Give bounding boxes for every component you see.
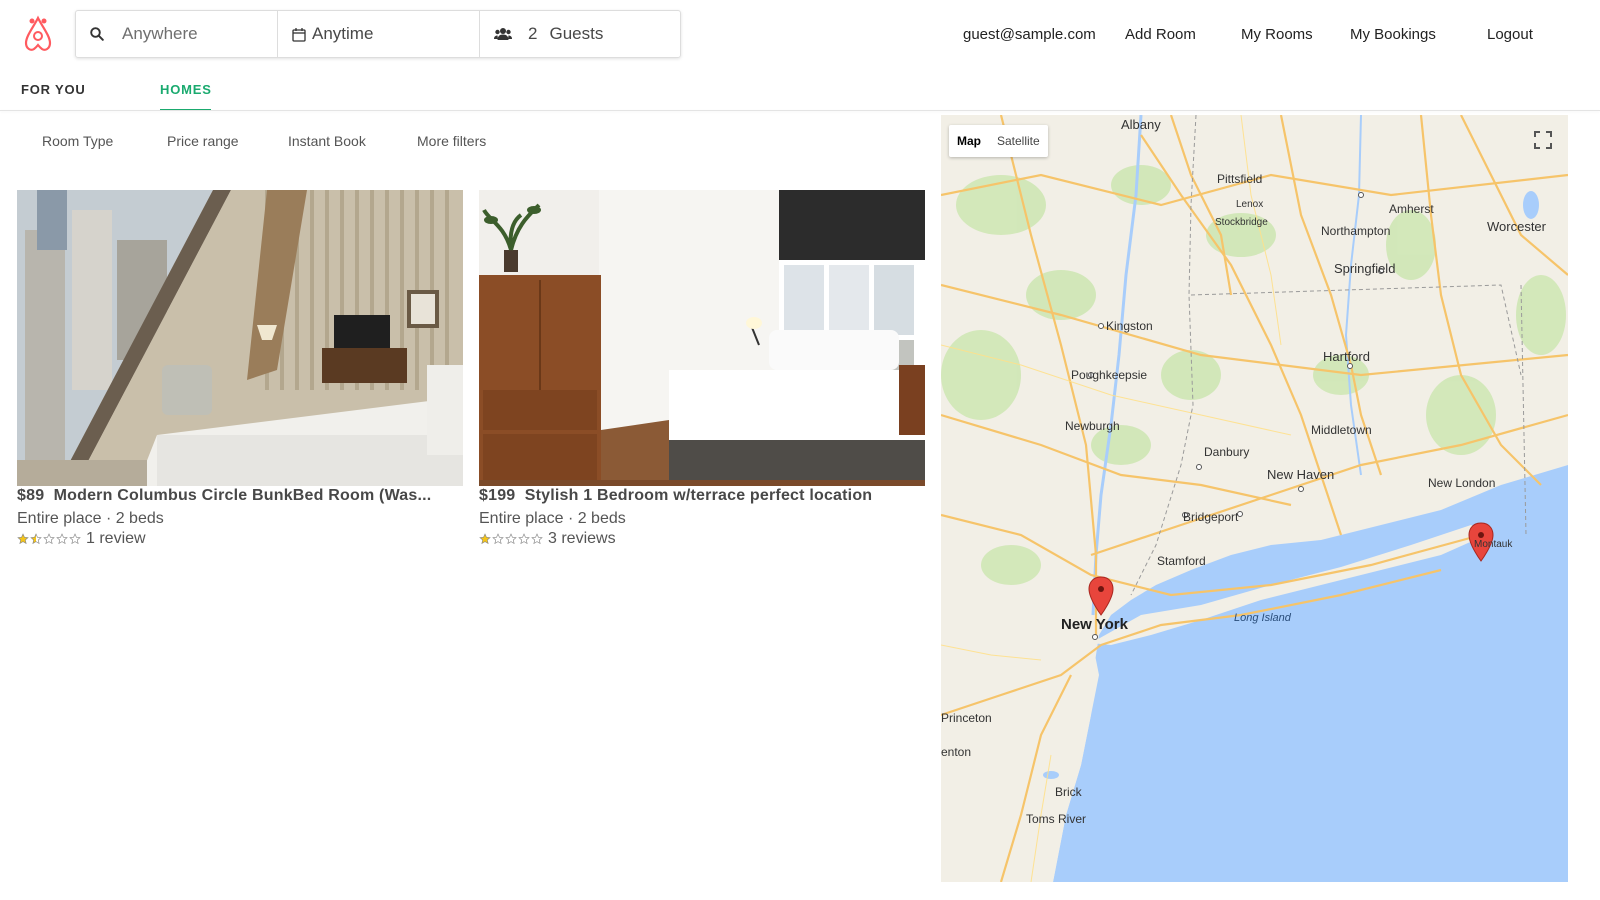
listing-card[interactable]: $199 Stylish 1 Bedroom w/terrace perfect… <box>479 190 925 548</box>
map-label: Lenox <box>1236 199 1264 210</box>
star-icon <box>43 533 55 545</box>
map-label: Newburgh <box>1065 419 1120 433</box>
map-label: Hartford <box>1323 349 1370 364</box>
calendar-icon <box>292 27 306 42</box>
my-bookings-link[interactable]: My Bookings <box>1350 26 1436 43</box>
map-label: New London <box>1428 476 1496 490</box>
date-label: Anytime <box>312 24 374 43</box>
location-input[interactable] <box>122 24 262 44</box>
listing-rating: 3 reviews <box>479 530 925 548</box>
guests-count: 2 <box>528 24 538 43</box>
filter-more-filters[interactable]: More filters <box>417 133 486 149</box>
star-icon <box>531 533 543 545</box>
date-picker[interactable]: Anytime <box>278 11 480 57</box>
star-icon <box>17 533 29 545</box>
map-label: Middletown <box>1311 423 1372 437</box>
listing-details: Entire place · 2 beds <box>479 510 626 527</box>
listing-title[interactable]: $199 Stylish 1 Bedroom w/terrace perfect… <box>479 487 925 505</box>
map-label: Worcester <box>1487 219 1546 234</box>
map-label: Poughkeepsie <box>1071 368 1148 382</box>
logout-link[interactable]: Logout <box>1487 26 1533 43</box>
map-label: Stamford <box>1157 554 1206 568</box>
map-label: Toms River <box>1026 812 1087 826</box>
listing-title[interactable]: $89 Modern Columbus Circle BunkBed Room … <box>17 487 463 505</box>
star-icon <box>505 533 517 545</box>
listing-photo[interactable] <box>479 190 925 486</box>
map-label: Brick <box>1055 785 1082 799</box>
map-label: Montauk <box>1474 539 1513 550</box>
listing-name: Stylish 1 Bedroom w/terrace perfect loca… <box>524 487 873 504</box>
review-count: 3 reviews <box>548 530 616 547</box>
search-icon <box>90 27 104 41</box>
star-rating <box>479 533 543 545</box>
map-label: New York <box>1061 616 1128 633</box>
star-icon <box>30 533 42 545</box>
listing-price: $89 <box>17 487 45 504</box>
map-label: Bridgeport <box>1183 510 1239 524</box>
tab-homes[interactable]: HOMES <box>160 82 212 97</box>
map-label: Northampton <box>1321 224 1391 238</box>
filter-room-type[interactable]: Room Type <box>42 133 113 149</box>
search-bar: Anytime 2 Guests <box>75 10 681 58</box>
map-label: Stockbridge <box>1215 217 1268 228</box>
user-email-link[interactable]: guest@sample.com <box>963 26 1096 43</box>
listing-price: $199 <box>479 487 516 504</box>
brand-logo-icon[interactable] <box>20 14 56 54</box>
star-icon <box>479 533 491 545</box>
guests-label: Guests <box>549 24 604 43</box>
map-label: Kingston <box>1106 319 1153 333</box>
map[interactable]: Albany Pittsfield Lenox Stockbridge Amhe… <box>941 115 1568 882</box>
star-icon <box>518 533 530 545</box>
map-label: Albany <box>1121 117 1161 132</box>
filter-instant-book[interactable]: Instant Book <box>288 133 366 149</box>
star-rating <box>17 533 81 545</box>
add-room-link[interactable]: Add Room <box>1125 26 1196 43</box>
users-icon <box>494 28 512 40</box>
star-icon <box>492 533 504 545</box>
filter-price-range[interactable]: Price range <box>167 133 239 149</box>
map-canvas[interactable] <box>941 115 1568 882</box>
star-icon <box>56 533 68 545</box>
review-count: 1 review <box>86 530 146 547</box>
map-mode-button[interactable]: Map <box>949 125 989 157</box>
map-label: enton <box>941 745 972 759</box>
map-label: New Haven <box>1267 467 1335 482</box>
map-label: Long Island <box>1234 612 1291 624</box>
my-rooms-link[interactable]: My Rooms <box>1241 26 1313 43</box>
listing-name: Modern Columbus Circle BunkBed Room (Was… <box>53 487 432 504</box>
listing-rating: 1 review <box>17 530 463 548</box>
map-label: Princeton <box>941 711 992 725</box>
map-label: Springfield <box>1334 261 1396 276</box>
header-divider <box>0 110 1600 111</box>
map-type-toggle: Map Satellite <box>949 125 1048 157</box>
listing-card[interactable]: $89 Modern Columbus Circle BunkBed Room … <box>17 190 463 548</box>
satellite-mode-button[interactable]: Satellite <box>989 125 1048 157</box>
location-search[interactable] <box>76 11 278 57</box>
star-icon <box>69 533 81 545</box>
map-label: Pittsfield <box>1217 172 1263 186</box>
listing-photo[interactable] <box>17 190 463 486</box>
map-label: Danbury <box>1204 445 1250 459</box>
map-label: Amherst <box>1389 202 1434 216</box>
fullscreen-icon[interactable] <box>1532 129 1554 151</box>
guests-selector[interactable]: 2 Guests <box>480 11 680 57</box>
tab-for-you[interactable]: FOR YOU <box>21 82 86 97</box>
listing-details: Entire place · 2 beds <box>17 510 164 527</box>
